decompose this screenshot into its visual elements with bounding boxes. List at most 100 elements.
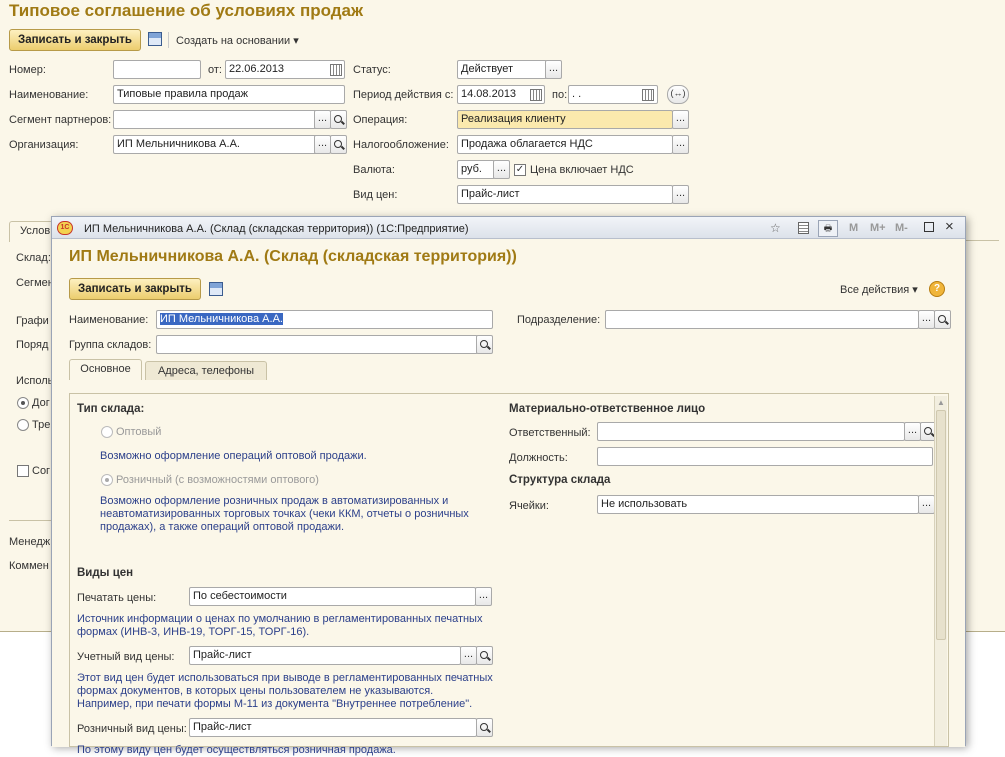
vat-included-label: Цена включает НДС [530, 164, 634, 176]
search-icon [480, 340, 488, 348]
save-icon[interactable] [148, 32, 162, 46]
retail-label: Розничный (с возможностями оптового) [116, 474, 319, 486]
search-icon [334, 115, 342, 123]
cells-input[interactable]: Не использовать [597, 495, 919, 514]
dialog-name-input[interactable]: ИП Мельничникова А.А. [156, 310, 493, 329]
number-input[interactable] [113, 60, 201, 79]
warehouse-type-header: Тип склада: [77, 403, 145, 415]
tab-main[interactable]: Основное [69, 359, 142, 380]
close-icon[interactable]: × [945, 218, 954, 235]
division-search-button[interactable] [934, 310, 951, 329]
account-price-search-button[interactable] [476, 646, 493, 665]
retail-price-search-button[interactable] [476, 718, 493, 737]
operation-label: Операция: [353, 114, 408, 126]
segment-input[interactable] [113, 110, 317, 129]
save-close-button[interactable]: Записать и закрыть [9, 29, 141, 51]
operation-select-button[interactable]: ... [672, 110, 689, 129]
pricetype-label: Вид цен: [353, 189, 398, 201]
scroll-up-icon[interactable]: ▲ [937, 398, 945, 407]
vat-included-checkbox[interactable]: ✓ [514, 164, 526, 176]
division-input[interactable] [605, 310, 919, 329]
retail-hint-line1: Возможно оформление розничных продаж в а… [100, 495, 449, 507]
save-icon[interactable] [209, 282, 223, 296]
scrollbar[interactable]: ▲ [934, 396, 947, 746]
calculator-icon[interactable] [798, 222, 809, 234]
group-search-button[interactable] [476, 335, 493, 354]
currency-label: Валюта: [353, 164, 395, 176]
account-price-input[interactable]: Прайс-лист [189, 646, 461, 665]
status-input[interactable]: Действует [457, 60, 547, 79]
org-input[interactable]: ИП Мельничникова А.А. [113, 135, 317, 154]
create-based-menu[interactable]: Создать на основании ▾ [176, 34, 299, 48]
contract-radio-label: Дог [32, 397, 50, 409]
window-body: ИП Мельничникова А.А. (Склад (складская … [52, 239, 965, 756]
currency-input[interactable]: руб. [457, 160, 495, 179]
tax-select-button[interactable]: ... [672, 135, 689, 154]
memory-plus-button[interactable]: M+ [870, 221, 886, 235]
tax-label: Налогообложение: [353, 139, 449, 151]
calendar-icon[interactable] [330, 64, 342, 76]
org-select-button[interactable]: ... [314, 135, 331, 154]
search-icon [938, 315, 946, 323]
tab-addresses[interactable]: Адреса, телефоны [145, 361, 267, 380]
use-label: Исполь [16, 375, 54, 387]
org-search-button[interactable] [330, 135, 347, 154]
segment-select-button[interactable]: ... [314, 110, 331, 129]
search-icon [334, 140, 342, 148]
order-label: Поряд [16, 339, 49, 351]
dialog-save-close-button[interactable]: Записать и закрыть [69, 278, 201, 300]
name-input[interactable]: Типовые правила продаж [113, 85, 345, 104]
group-input[interactable] [156, 335, 478, 354]
schedule-label: Графи [16, 315, 49, 327]
warehouse-label: Склад: [16, 252, 51, 264]
calendar-icon[interactable] [642, 89, 654, 101]
cells-select-button[interactable]: ... [918, 495, 935, 514]
all-actions-label: Все действия [840, 284, 910, 296]
tax-input[interactable]: Продажа облагается НДС [457, 135, 673, 154]
warehouse-window: 1C ИП Мельничникова А.А. (Склад (складск… [51, 216, 966, 756]
chevron-down-icon: ▾ [293, 35, 299, 47]
segment-label: Сегмент партнеров: [9, 114, 112, 126]
favorite-icon[interactable]: ☆ [770, 221, 781, 235]
wholesale-hint: Возможно оформление операций оптовой про… [100, 450, 367, 462]
responsible-input[interactable] [597, 422, 905, 441]
calendar-icon[interactable] [530, 89, 542, 101]
period-edit-button[interactable]: (↔) [667, 85, 689, 104]
division-select-button[interactable]: ... [918, 310, 935, 329]
print-prices-select-button[interactable]: ... [475, 587, 492, 606]
agree-checkbox-label: Сог [32, 465, 51, 477]
date-input[interactable]: 22.06.2013 [225, 60, 345, 79]
segment-search-button[interactable] [330, 110, 347, 129]
agree-checkbox[interactable] [17, 465, 29, 477]
currency-select-button[interactable]: ... [493, 160, 510, 179]
window-form-title: ИП Мельничникова А.А. (Склад (складская … [69, 248, 517, 265]
help-icon[interactable]: ? [929, 281, 945, 297]
maximize-icon[interactable] [924, 222, 934, 232]
page-title: Типовое соглашение об условиях продаж [9, 1, 364, 20]
retail-price-input[interactable]: Прайс-лист [189, 718, 477, 737]
require-radio[interactable] [17, 419, 29, 431]
wholesale-label: Оптовый [116, 426, 162, 438]
print-prices-input[interactable]: По себестоимости [189, 587, 476, 606]
scrollbar-thumb[interactable] [936, 410, 946, 640]
print-icon[interactable]: 🖶 [818, 220, 838, 237]
account-price-select-button[interactable]: ... [460, 646, 477, 665]
status-select-button[interactable]: ... [545, 60, 562, 79]
all-actions-menu[interactable]: Все действия ▾ [840, 283, 918, 297]
window-title: ИП Мельничникова А.А. (Склад (складская … [84, 223, 469, 235]
memory-minus-button[interactable]: M- [895, 221, 908, 235]
retail-radio[interactable] [101, 474, 113, 486]
tab-panel-main: Тип склада: Оптовый Возможно оформление … [69, 393, 949, 756]
contract-radio[interactable] [17, 397, 29, 409]
responsible-select-button[interactable]: ... [904, 422, 921, 441]
comment-label: Коммен [9, 560, 49, 572]
pricetype-input[interactable]: Прайс-лист [457, 185, 673, 204]
memory-button[interactable]: M [849, 221, 858, 235]
position-input[interactable] [597, 447, 933, 466]
wholesale-radio[interactable] [101, 426, 113, 438]
pricetype-select-button[interactable]: ... [672, 185, 689, 204]
divider [9, 520, 51, 521]
operation-input[interactable]: Реализация клиенту [457, 110, 673, 129]
structure-header: Структура склада [509, 474, 611, 486]
status-label: Статус: [353, 64, 391, 76]
